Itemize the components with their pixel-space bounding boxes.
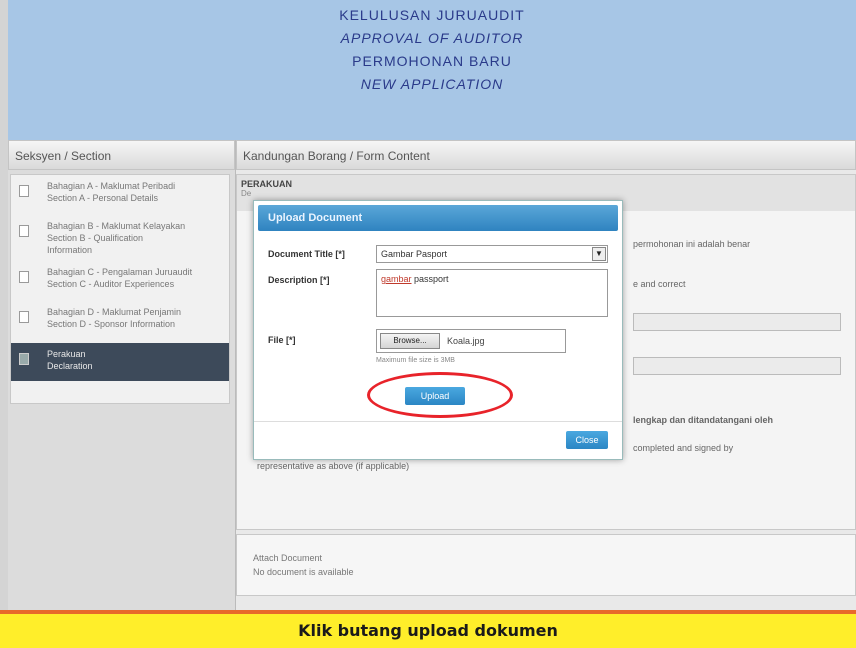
sidebar-title: Seksyen / Section — [8, 140, 235, 170]
document-icon — [19, 185, 29, 197]
file-size-hint: Maximum file size is 3MB — [376, 357, 455, 364]
declaration-field[interactable] — [633, 313, 841, 331]
sidebar-item-section-d[interactable]: Bahagian D - Maklumat Penjamin Section D… — [11, 301, 229, 341]
upload-button[interactable]: Upload — [405, 387, 465, 405]
declaration-text: e and correct — [633, 279, 686, 289]
header-title-en: APPROVAL OF AUDITOR — [340, 30, 524, 46]
dialog-title: Upload Document — [258, 205, 618, 231]
sidebar-item-sublabel: Section B - Qualification — [47, 233, 144, 243]
document-icon — [19, 271, 29, 283]
sidebar-item-sublabel: Section D - Sponsor Information — [47, 319, 176, 329]
dialog-divider — [254, 421, 622, 422]
section-subtitle: De — [241, 189, 252, 198]
page-header: KELULUSAN JURUAUDIT APPROVAL OF AUDITOR … — [8, 0, 856, 140]
dropdown-arrow-icon[interactable]: ▼ — [592, 247, 606, 261]
sidebar-item-sublabel: Information — [47, 245, 93, 255]
sidebar-item-section-b[interactable]: Bahagian B - Maklumat Kelayakan Section … — [11, 215, 229, 261]
sidebar-item-label: Perakuan — [47, 349, 86, 359]
sidebar-list: Bahagian A - Maklumat Peribadi Section A… — [10, 174, 230, 404]
sidebar-item-label: Bahagian C - Pengalaman Juruaudit — [47, 267, 193, 277]
sidebar-item-section-c[interactable]: Bahagian C - Pengalaman Juruaudit Sectio… — [11, 261, 229, 301]
attach-document-panel: Attach Document No document is available — [236, 534, 856, 596]
sidebar-item-sublabel: Declaration — [47, 361, 93, 371]
file-label: File [*] — [268, 335, 296, 345]
selected-file-name: Koala.jpg — [447, 336, 485, 346]
document-icon — [19, 311, 29, 323]
description-spellcheck-word: gambar — [381, 274, 412, 284]
declaration-field[interactable] — [633, 357, 841, 375]
document-title-value: Gambar Pasport — [381, 249, 448, 259]
header-subtitle-ms: PERMOHONAN BARU — [352, 53, 512, 69]
sidebar-item-label: Bahagian B - Maklumat Kelayakan — [47, 221, 186, 231]
sidebar-item-declaration[interactable]: Perakuan Declaration — [11, 343, 229, 381]
document-icon — [19, 353, 29, 365]
sidebar-item-label: Bahagian A - Maklumat Peribadi — [47, 181, 176, 191]
section-title: PERAKUAN — [241, 179, 293, 189]
description-text: passport — [411, 274, 449, 284]
sidebar-item-label: Bahagian D - Maklumat Penjamin — [47, 307, 182, 317]
document-title-label: Document Title [*] — [268, 249, 345, 259]
sidebar-item-sublabel: Section C - Auditor Experiences — [47, 279, 175, 289]
browse-button[interactable]: Browse... — [380, 333, 440, 349]
declaration-text: representative as above (if applicable) — [257, 461, 410, 471]
document-title-select[interactable]: Gambar Pasport ▼ — [376, 245, 608, 263]
description-textarea[interactable]: gambar passport — [376, 269, 608, 317]
file-input[interactable]: Browse... Koala.jpg — [376, 329, 566, 353]
header-title-ms: KELULUSAN JURUAUDIT — [339, 7, 525, 23]
sidebar-item-sublabel: Section A - Personal Details — [47, 193, 159, 203]
declaration-text: lengkap dan ditandatangani oleh — [633, 415, 774, 425]
upload-document-dialog: Upload Document Document Title [*] Gamba… — [253, 200, 623, 460]
main-title: Kandungan Borang / Form Content — [236, 140, 856, 170]
sidebar: Seksyen / Section Bahagian A - Maklumat … — [8, 140, 236, 610]
sidebar-item-section-a[interactable]: Bahagian A - Maklumat Peribadi Section A… — [11, 175, 229, 215]
close-button[interactable]: Close — [566, 431, 608, 449]
document-icon — [19, 225, 29, 237]
description-label: Description [*] — [268, 275, 330, 285]
instruction-banner: Klik butang upload dokumen — [0, 614, 856, 648]
declaration-text: completed and signed by — [633, 443, 734, 453]
attach-title: Attach Document — [253, 553, 323, 563]
attach-empty-text: No document is available — [253, 567, 354, 577]
declaration-text: permohonan ini adalah benar — [633, 239, 751, 249]
header-subtitle-en: NEW APPLICATION — [360, 76, 504, 92]
